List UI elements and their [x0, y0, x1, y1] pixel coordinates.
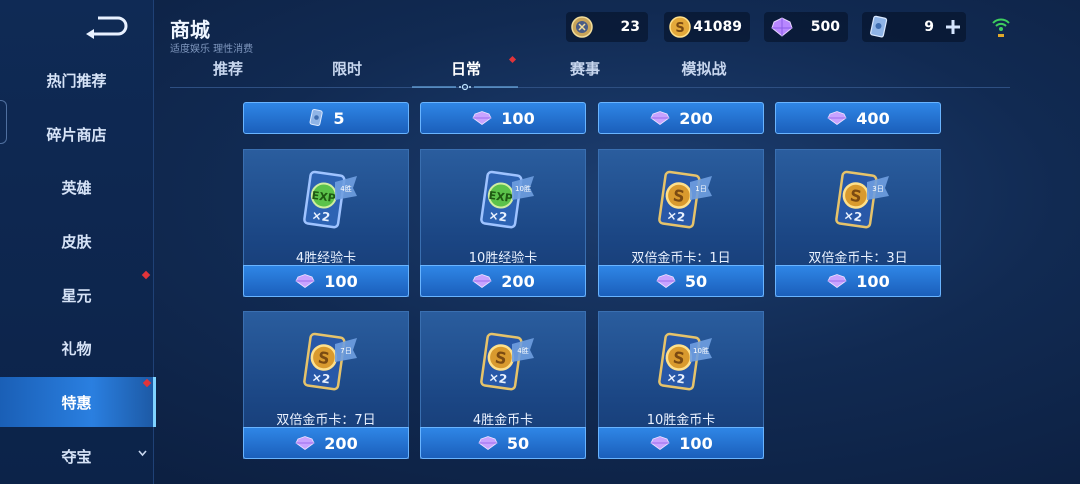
gold-card-icon: S×210胜: [658, 332, 712, 391]
item-price: 50: [684, 271, 708, 291]
buy-button[interactable]: 200: [598, 102, 764, 134]
diamond-icon: [650, 111, 670, 125]
sidebar-item-star-element[interactable]: 星元: [0, 270, 153, 320]
shop-item-card[interactable]: EXP ×2 4胜 4胜经验卡 100: [243, 149, 409, 297]
diamond-icon: [295, 436, 315, 450]
svg-text:×2: ×2: [666, 370, 686, 386]
buy-button[interactable]: 50: [598, 265, 764, 297]
tab-limited[interactable]: 限时: [287, 58, 407, 84]
resource-gold[interactable]: S 41089: [664, 12, 750, 42]
sidebar-item-fragment-shop[interactable]: 碎片商店: [0, 109, 153, 159]
sidebar-item-treasure[interactable]: 夺宝: [0, 431, 153, 481]
page-title: 商城: [170, 18, 210, 42]
item-price: 50: [506, 433, 530, 453]
diamond-icon: [827, 274, 847, 288]
item-price: 100: [679, 433, 713, 453]
gold-card-icon: S×27日: [303, 332, 357, 391]
tab-divider: [170, 87, 1010, 88]
notification-dot: [141, 270, 151, 280]
buy-button[interactable]: 200: [420, 265, 586, 297]
card-tag-label: 10胜: [515, 184, 531, 193]
buy-button[interactable]: 50: [420, 427, 586, 459]
back-arrow-icon[interactable]: [82, 12, 130, 42]
shop-item-card[interactable]: S ×2 3日 双倍金币卡：3日 100: [775, 149, 941, 297]
svg-text:×2: ×2: [666, 208, 686, 224]
sidebar-item-special-offer[interactable]: 特惠: [0, 377, 156, 427]
buy-button[interactable]: 100: [420, 102, 586, 134]
diamond-icon: [656, 274, 676, 288]
diamond-icon: [650, 436, 670, 450]
sidebar-item-hot-recommend[interactable]: 热门推荐: [0, 55, 153, 105]
card-ticket-icon: [870, 15, 888, 38]
svg-text:×2: ×2: [488, 370, 508, 386]
buy-button[interactable]: 100: [775, 265, 941, 297]
item-name: 10胜经验卡: [468, 251, 538, 266]
page-subtitle: 适度娱乐 理性消费: [170, 44, 254, 55]
gold-coin-icon: S: [669, 16, 691, 38]
exp-card-icon: EXP×24胜: [303, 170, 357, 229]
card-tag-label: 3日: [872, 185, 883, 193]
add-icon[interactable]: [944, 18, 962, 36]
chevron-down-icon: [138, 450, 147, 457]
gold-card-icon: S×21日: [658, 170, 712, 229]
card-tag-label: 4胜: [517, 346, 528, 355]
item-name: 10胜金币卡: [646, 413, 716, 428]
tab-recommend[interactable]: 推荐: [168, 58, 288, 84]
svg-text:×2: ×2: [311, 208, 331, 224]
item-price: 100: [856, 271, 890, 291]
diamond-icon: [478, 436, 498, 450]
svg-text:×2: ×2: [311, 370, 331, 386]
buy-button[interactable]: 200: [243, 427, 409, 459]
item-price: 100: [324, 271, 358, 291]
item-name: 4胜金币卡: [472, 413, 534, 428]
item-name: 4胜经验卡: [295, 251, 357, 266]
diamond-icon: [295, 274, 315, 288]
svg-text:×2: ×2: [843, 208, 863, 224]
shop-item-card[interactable]: EXP ×2 10胜 10胜经验卡 200: [420, 149, 586, 297]
svg-text:S: S: [675, 21, 684, 36]
svg-text:×2: ×2: [488, 208, 508, 224]
item-price: 200: [501, 271, 535, 291]
buy-button[interactable]: 5: [243, 102, 409, 134]
active-tab-indicator: [412, 83, 518, 91]
sidebar-item-skins[interactable]: 皮肤: [0, 216, 153, 266]
tab-simulated-battle[interactable]: 模拟战: [644, 58, 764, 84]
card-ticket-icon: [309, 109, 324, 127]
card-tag-label: 4胜: [340, 184, 351, 193]
gold-card-icon: S×23日: [835, 170, 889, 229]
item-name: 双倍金币卡：7日: [276, 413, 376, 428]
diamond-icon: [472, 274, 492, 288]
resource-medal[interactable]: 23: [566, 12, 648, 42]
diamond-icon: [827, 111, 847, 125]
shop-item-card[interactable]: S ×2 7日 双倍金币卡：7日 200: [243, 311, 409, 459]
medal-coin-icon: [571, 16, 593, 38]
buy-button[interactable]: 400: [775, 102, 941, 134]
sidebar-item-gifts[interactable]: 礼物: [0, 323, 153, 373]
shop-item-card[interactable]: S ×2 10胜 10胜金币卡 100: [598, 311, 764, 459]
sidebar: 热门推荐 碎片商店 英雄 皮肤 星元 礼物 特惠 夺宝: [0, 0, 156, 484]
shop-item-card[interactable]: S ×2 1日 双倍金币卡：1日 50: [598, 149, 764, 297]
exp-card-icon: EXP×210胜: [480, 170, 534, 229]
resource-diamond[interactable]: 500: [764, 12, 848, 42]
resource-card[interactable]: 9: [862, 12, 966, 42]
card-tag-label: 7日: [340, 347, 351, 355]
card-tag-label: 1日: [695, 185, 706, 193]
diamond-icon: [472, 111, 492, 125]
card-tag-label: 10胜: [693, 346, 709, 355]
gold-card-icon: S×24胜: [480, 332, 534, 391]
notification-dot: [142, 378, 152, 388]
tab-events[interactable]: 赛事: [525, 58, 645, 84]
buy-button[interactable]: 100: [243, 265, 409, 297]
item-name: 双倍金币卡：3日: [808, 251, 908, 266]
diamond-icon: [771, 17, 793, 37]
item-name: 双倍金币卡：1日: [631, 251, 731, 266]
sidebar-item-heroes[interactable]: 英雄: [0, 162, 153, 212]
item-price: 200: [324, 433, 358, 453]
shop-item-card[interactable]: S ×2 4胜 4胜金币卡 50: [420, 311, 586, 459]
buy-button[interactable]: 100: [598, 427, 764, 459]
wifi-signal-icon: [992, 18, 1010, 37]
